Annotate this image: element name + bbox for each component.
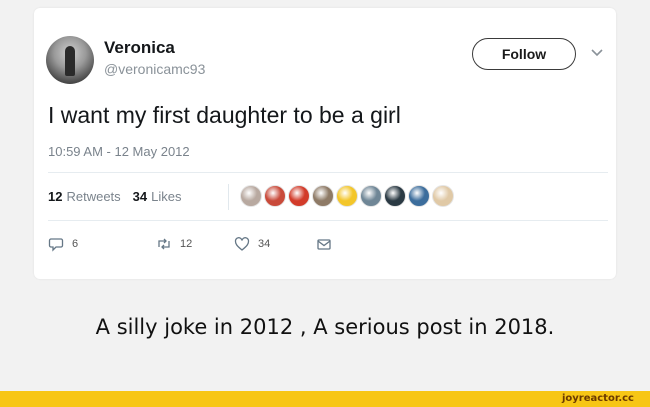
retweets-label: Retweets <box>66 189 121 204</box>
liker-avatar[interactable] <box>264 185 286 207</box>
like-count: 34 <box>258 238 271 250</box>
divider <box>48 220 608 221</box>
author-name[interactable]: Veronica <box>104 38 175 58</box>
retweet-count: 12 <box>180 238 193 250</box>
liker-avatar[interactable] <box>408 185 430 207</box>
likes-label: Likes <box>151 189 182 204</box>
liker-avatar[interactable] <box>288 185 310 207</box>
liker-avatar[interactable] <box>384 185 406 207</box>
retweets-stat[interactable]: 12 Retweets <box>48 189 121 204</box>
tweet-text: I want my first daughter to be a girl <box>48 102 401 128</box>
follow-button[interactable]: Follow <box>472 38 576 70</box>
author-handle[interactable]: @veronicamc93 <box>104 61 205 77</box>
tweet-stats: 12 Retweets 34 Likes <box>48 189 194 204</box>
liker-avatar[interactable] <box>240 185 262 207</box>
liker-avatar[interactable] <box>312 185 334 207</box>
liker-avatars <box>240 185 456 207</box>
likes-stat[interactable]: 34 Likes <box>133 189 182 204</box>
caption: A silly joke in 2012 , A serious post in… <box>95 315 555 339</box>
avatar[interactable] <box>46 36 94 84</box>
like-button[interactable]: 34 <box>234 236 270 252</box>
liker-avatar[interactable] <box>360 185 382 207</box>
site-watermark[interactable]: joyreactor.cc <box>562 391 634 407</box>
tweet-card: Veronica @veronicamc93 Follow I want my … <box>34 8 616 279</box>
tweet-timestamp[interactable]: 10:59 AM - 12 May 2012 <box>48 144 190 159</box>
liker-avatar[interactable] <box>432 185 454 207</box>
reply-icon <box>48 238 64 252</box>
retweet-icon <box>158 238 170 250</box>
direct-message-icon <box>317 239 331 250</box>
chevron-down-icon[interactable] <box>590 47 604 59</box>
stats-divider <box>228 184 229 210</box>
reply-button[interactable]: 6 <box>48 236 78 252</box>
reply-count: 6 <box>72 238 79 250</box>
likes-count: 34 <box>132 189 148 204</box>
divider <box>48 172 608 173</box>
retweets-count: 12 <box>48 189 63 204</box>
direct-message-button[interactable] <box>316 236 340 252</box>
footer-bar <box>0 391 650 407</box>
retweet-button[interactable]: 12 <box>156 236 192 252</box>
liker-avatar[interactable] <box>336 185 358 207</box>
heart-icon <box>234 237 250 251</box>
